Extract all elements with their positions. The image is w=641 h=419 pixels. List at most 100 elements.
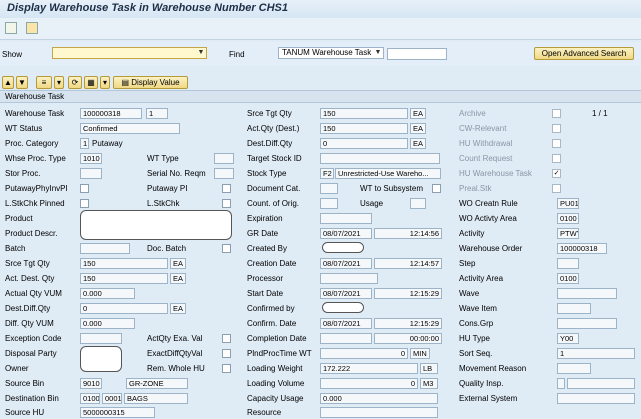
collapse-down-icon[interactable]: ▼: [16, 76, 28, 89]
quality-insp-field-a[interactable]: [557, 378, 565, 389]
count-orig-field[interactable]: [320, 198, 338, 209]
dest-bin-c-field[interactable]: BAGS: [124, 393, 188, 404]
other-object-icon[interactable]: [26, 22, 38, 34]
start-time-field[interactable]: 12:15:29: [374, 288, 442, 299]
hu-type-field[interactable]: Y00: [557, 333, 579, 344]
stock-type-field[interactable]: F2: [320, 168, 334, 179]
expiration-field[interactable]: [320, 213, 372, 224]
dest-bin-b-field[interactable]: 0001: [102, 393, 122, 404]
movement-reason-field[interactable]: [557, 363, 591, 374]
serial-no-field[interactable]: [214, 168, 234, 179]
start-date-field[interactable]: 08/07/2021: [320, 288, 372, 299]
act-qty-dest-field[interactable]: 150: [320, 123, 408, 134]
dest-diff-uom-field[interactable]: EA: [170, 303, 186, 314]
wave-field[interactable]: [557, 288, 617, 299]
loading-volume-uom[interactable]: M3: [420, 378, 438, 389]
putaway-pi-checkbox[interactable]: [222, 184, 231, 193]
activity-field[interactable]: PTWY: [557, 228, 579, 239]
act-dest-qty-field[interactable]: 150: [80, 273, 168, 284]
show-select[interactable]: ▼: [52, 47, 207, 59]
external-system-field[interactable]: [557, 393, 635, 404]
wt-status-field[interactable]: Confirmed: [80, 123, 180, 134]
warehouse-task-item-field[interactable]: 1: [146, 108, 168, 119]
prealstk-checkbox[interactable]: [552, 184, 561, 193]
resource-field[interactable]: [320, 407, 438, 418]
proc-category-field[interactable]: 1: [80, 138, 89, 149]
whse-proc-type-field[interactable]: 1010: [80, 153, 102, 164]
gr-time-field[interactable]: 12:14:56: [374, 228, 442, 239]
lstkchk-checkbox[interactable]: [222, 199, 231, 208]
wo-activity-area-field[interactable]: 0100: [557, 213, 579, 224]
srce-tgt-qty-field[interactable]: 150: [320, 108, 408, 119]
plnd-proc-time-uom[interactable]: MIN: [410, 348, 430, 359]
completion-date-field[interactable]: [320, 333, 372, 344]
putaway-phys-inv-checkbox[interactable]: [80, 184, 89, 193]
hu-withdrawal-checkbox[interactable]: [552, 139, 561, 148]
find-input[interactable]: [387, 48, 447, 60]
wo-creation-rule-field[interactable]: PU01: [557, 198, 579, 209]
count-request-checkbox[interactable]: [552, 154, 561, 163]
wt-subsystem-checkbox[interactable]: [432, 184, 441, 193]
exactdiff-checkbox[interactable]: [222, 349, 231, 358]
stock-type-text[interactable]: Unrestricted-Use Wareho...: [335, 168, 441, 179]
confirm-time-field[interactable]: 12:15:29: [374, 318, 442, 329]
wt-type-field[interactable]: [214, 153, 234, 164]
exception-code-field[interactable]: [80, 333, 122, 344]
details-icon[interactable]: ▦: [84, 76, 98, 89]
creation-time-field[interactable]: 12:14:57: [374, 258, 442, 269]
find-select[interactable]: TANUM Warehouse Task ▼: [278, 47, 384, 59]
hu-warehouse-task-checkbox[interactable]: ✓: [552, 169, 561, 178]
rem-whole-hu-checkbox[interactable]: [222, 364, 231, 373]
diff-qty-vum-field[interactable]: 0.000: [80, 318, 135, 329]
loading-weight-uom[interactable]: LB: [420, 363, 438, 374]
display-change-icon[interactable]: [5, 22, 17, 34]
dest-diff-qty-field-2[interactable]: 0: [320, 138, 408, 149]
doc-batch-checkbox[interactable]: [222, 244, 231, 253]
batch-field[interactable]: [80, 243, 130, 254]
dropdown-icon[interactable]: ▾: [100, 76, 110, 89]
list-icon[interactable]: ≡: [36, 76, 52, 89]
dest-bin-a-field[interactable]: 0100: [80, 393, 100, 404]
sort-seq-field[interactable]: 1: [557, 348, 635, 359]
act-dest-uom-field[interactable]: EA: [170, 273, 186, 284]
cons-grp-field[interactable]: [557, 318, 617, 329]
dest-diff-uom-field-2[interactable]: EA: [410, 138, 426, 149]
actqty-exa-checkbox[interactable]: [222, 334, 231, 343]
document-cat-field[interactable]: [320, 183, 338, 194]
creation-date-field[interactable]: 08/07/2021: [320, 258, 372, 269]
srce-tgt-uom-field[interactable]: EA: [410, 108, 426, 119]
step-field[interactable]: [557, 258, 579, 269]
act-qty-dest-uom-field[interactable]: EA: [410, 123, 426, 134]
source-hu-field[interactable]: 5000000315: [80, 407, 155, 418]
capacity-usage-field[interactable]: 0.000: [320, 393, 438, 404]
source-bin-b-field[interactable]: GR-ZONE: [126, 378, 188, 389]
expand-up-icon[interactable]: ▲: [2, 76, 14, 89]
gr-date-field[interactable]: 08/07/2021: [320, 228, 372, 239]
activity-area-field[interactable]: 0100: [557, 273, 579, 284]
wave-item-field[interactable]: [557, 303, 591, 314]
loading-weight-field[interactable]: 172.222: [320, 363, 418, 374]
archive-checkbox[interactable]: [552, 109, 561, 118]
source-bin-a-field[interactable]: 9010: [80, 378, 102, 389]
completion-time-field[interactable]: 00:00:00: [374, 333, 442, 344]
processor-field[interactable]: [320, 273, 378, 284]
open-advanced-search-button[interactable]: Open Advanced Search: [534, 47, 634, 60]
warehouse-order-field[interactable]: 100000318: [557, 243, 607, 254]
srce-tgt-qty-field[interactable]: 150: [80, 258, 168, 269]
display-value-button[interactable]: ▤ Display Value: [113, 76, 188, 89]
actual-qty-vum-field[interactable]: 0.000: [80, 288, 135, 299]
cw-relevant-checkbox[interactable]: [552, 124, 561, 133]
plnd-proc-time-field[interactable]: 0: [320, 348, 408, 359]
srce-tgt-uom-field[interactable]: EA: [170, 258, 186, 269]
loading-volume-field[interactable]: 0: [320, 378, 418, 389]
refresh-icon[interactable]: ⟳: [68, 76, 82, 89]
usage-field[interactable]: [410, 198, 426, 209]
warehouse-task-field[interactable]: 100000318: [80, 108, 142, 119]
dropdown-icon[interactable]: ▾: [54, 76, 64, 89]
stor-proc-field[interactable]: [80, 168, 102, 179]
lstkchk-pinned-checkbox[interactable]: [80, 199, 89, 208]
target-stock-id-field[interactable]: [320, 153, 440, 164]
quality-insp-field-b[interactable]: [567, 378, 635, 389]
dest-diff-qty-field[interactable]: 0: [80, 303, 168, 314]
confirm-date-field[interactable]: 08/07/2021: [320, 318, 372, 329]
